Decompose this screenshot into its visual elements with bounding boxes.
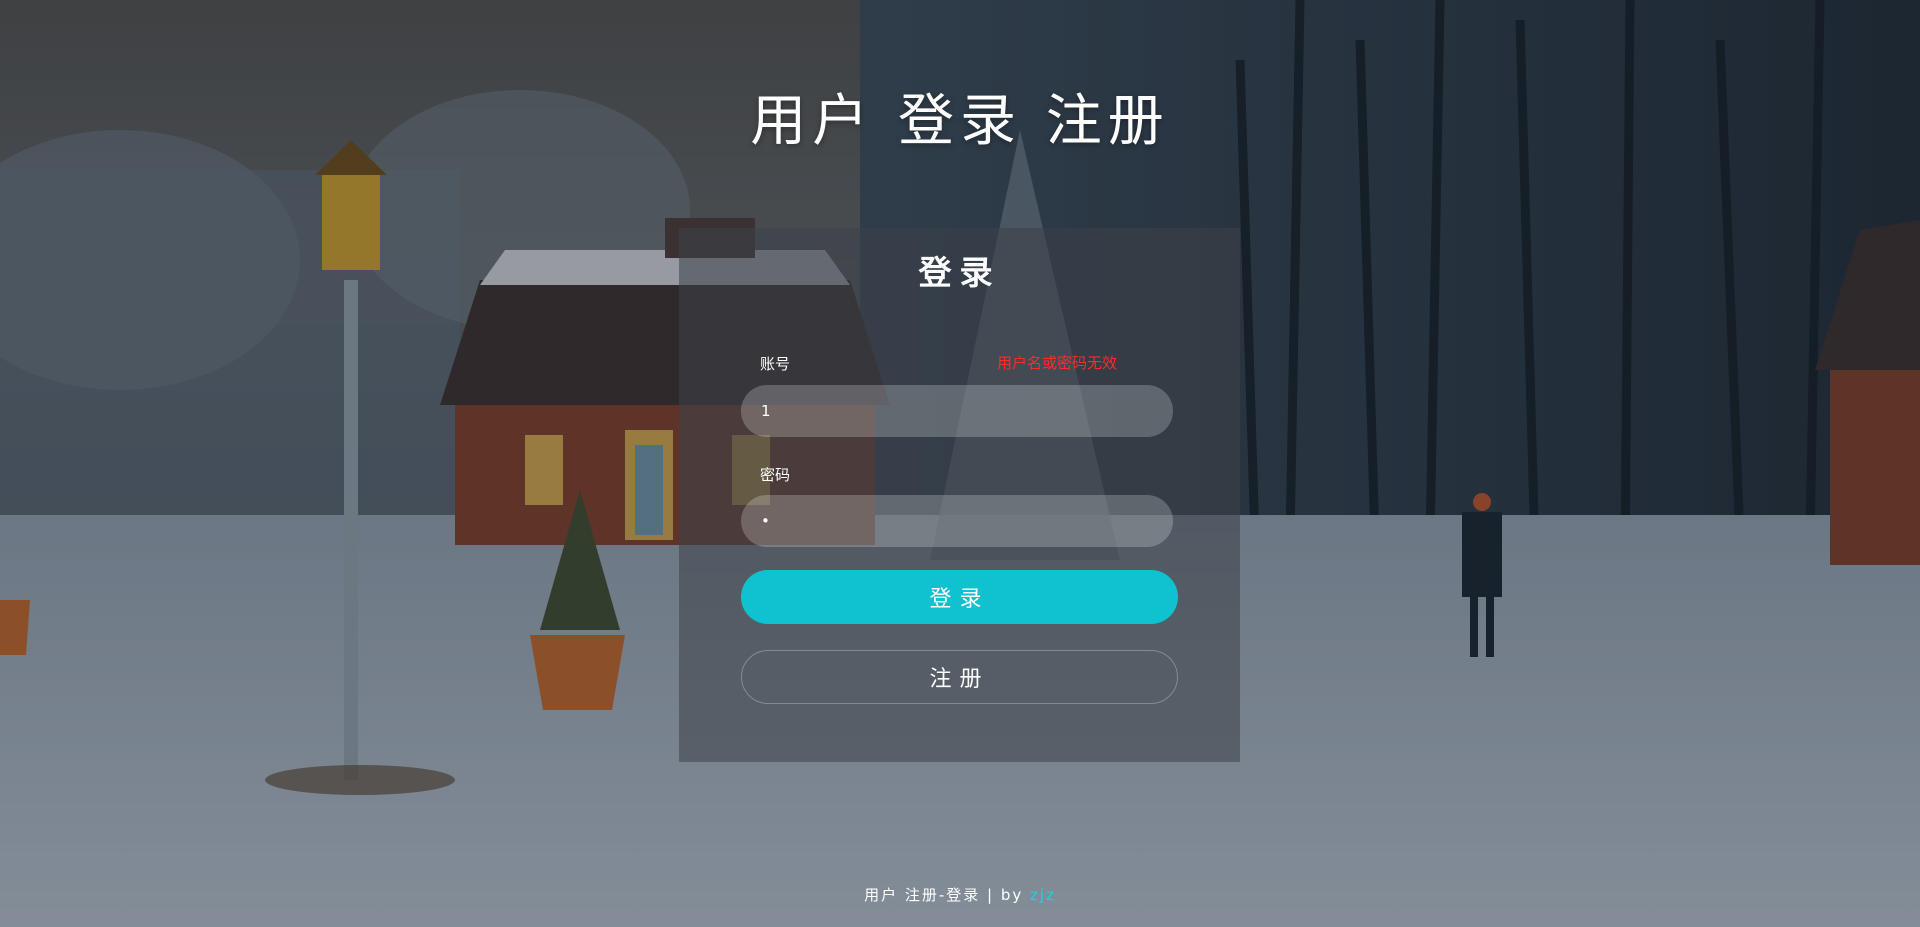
login-card: 登录 账号 用户名或密码无效 密码 登录 注册 — [679, 228, 1240, 762]
footer-author-link[interactable]: zjz — [1030, 886, 1056, 904]
page-title: 用户 登录 注册 — [750, 89, 1170, 154]
login-heading: 登录 — [918, 253, 1001, 292]
account-label: 账号 — [760, 355, 791, 373]
password-label: 密码 — [760, 466, 791, 484]
account-input[interactable] — [741, 385, 1173, 437]
register-button[interactable]: 注册 — [741, 650, 1178, 704]
footer: 用户 注册-登录 | by zjz — [0, 884, 1920, 905]
footer-text: 用户 注册-登录 | by — [864, 886, 1031, 904]
login-button[interactable]: 登录 — [741, 570, 1178, 624]
error-message: 用户名或密码无效 — [997, 354, 1118, 372]
password-input[interactable] — [741, 495, 1173, 547]
